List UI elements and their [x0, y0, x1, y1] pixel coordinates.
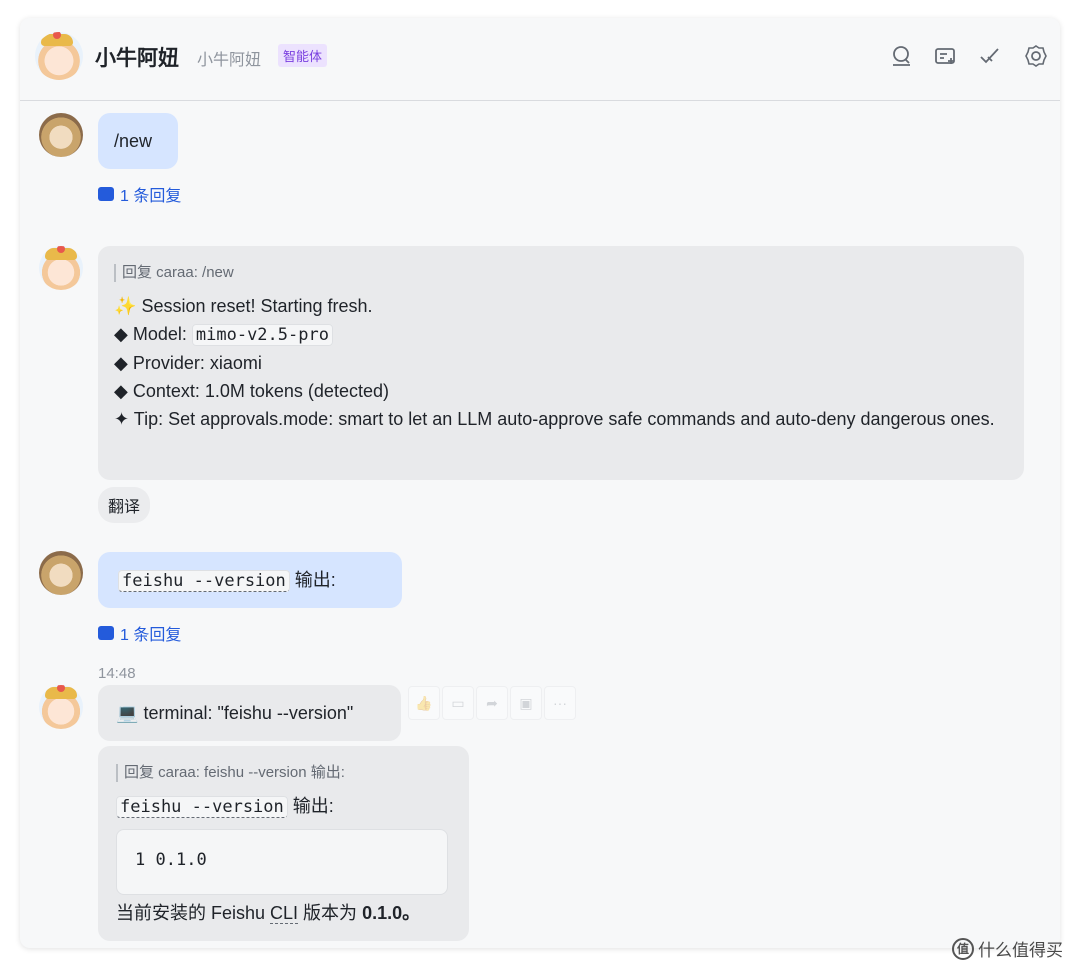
model-code: mimo-v2.5-pro — [191, 324, 333, 346]
bot-avatar[interactable] — [39, 685, 83, 729]
message-bubble: 回复 caraa: /new ✨ Session reset! Starting… — [98, 246, 1024, 480]
more-box-icon[interactable]: ▣ — [510, 686, 542, 720]
message-toolbar: 👍 ▭ ➦ ▣ ··· — [408, 686, 578, 722]
code-line-number: 1 — [135, 850, 146, 870]
comment-icon — [98, 187, 114, 201]
command-code: feishu --version — [116, 796, 288, 818]
tip-line: ✦ Tip: Set approvals.mode: smart to let … — [114, 409, 995, 429]
model-label: ◆ Model: — [114, 324, 187, 344]
result-mid: 版本为 — [298, 903, 363, 923]
checkmark-icon[interactable] — [978, 44, 1002, 68]
avatar-hat — [45, 685, 77, 699]
reply-quote: 回复 caraa: /new — [114, 264, 1008, 282]
message-line: ✨ Session reset! Starting fresh. — [114, 292, 1008, 320]
reply-count-label: 1 条回复 — [120, 627, 182, 644]
translate-button[interactable]: 翻译 — [98, 487, 151, 523]
thumbs-up-icon[interactable]: 👍 — [408, 686, 440, 720]
chat-subtitle: 小牛阿妞 — [197, 52, 262, 69]
message-bubble: /new — [98, 113, 178, 169]
message-text: Session reset! Starting fresh. — [141, 296, 373, 316]
ellipsis-icon[interactable]: ··· — [544, 686, 576, 720]
cli-term: CLI — [270, 903, 299, 924]
result-version: 0.1.0 — [362, 903, 403, 923]
chat-window: 小牛阿妞 小牛阿妞 智能体 /new 1 条回复 回复 caraa: /new … — [20, 18, 1060, 948]
message-line: 💻 terminal: "feishu --version" — [116, 703, 353, 723]
reply-count-label: 1 条回复 — [120, 188, 182, 205]
result-line: 当前安装的 Feishu CLI 版本为 0.1.0。 — [116, 899, 451, 927]
reply-count-link[interactable]: 1 条回复 — [98, 182, 181, 206]
reply-quote: 回复 caraa: feishu --version 输出: — [116, 764, 451, 782]
user-avatar[interactable] — [39, 551, 83, 595]
provider-line: ◆ Provider: xiaomi — [114, 353, 262, 373]
gear-icon[interactable] — [1024, 44, 1048, 68]
message-bubble: feishu --version 输出: — [98, 552, 402, 608]
watermark: 值 什么值得买 — [952, 936, 1063, 961]
message-bubble: 回复 caraa: feishu --version 输出: feishu --… — [98, 746, 469, 941]
avatar-hat — [45, 246, 77, 260]
message-text: 输出: — [294, 570, 336, 590]
bot-avatar[interactable] — [35, 32, 83, 80]
message-line: feishu --version 输出: — [116, 792, 451, 821]
message-timestamp: 14:48 — [98, 665, 136, 682]
message-line: ◆ Model: mimo-v2.5-pro — [114, 320, 1008, 349]
bot-avatar[interactable] — [39, 246, 83, 290]
sparkle-icon: ✨ — [114, 296, 137, 316]
forward-icon[interactable]: ➦ — [476, 686, 508, 720]
search-icon[interactable] — [890, 44, 914, 68]
code-value: 0.1.0 — [155, 850, 207, 870]
message-bubble: 💻 terminal: "feishu --version" — [98, 685, 401, 741]
message-line: feishu --version 输出: — [118, 570, 336, 592]
message-text: /new — [114, 131, 153, 151]
chat-header: 小牛阿妞 小牛阿妞 智能体 — [20, 18, 1060, 101]
comment-icon — [98, 626, 114, 640]
message-text: terminal: "feishu --version" — [143, 703, 354, 723]
avatar-hat — [41, 32, 73, 46]
watermark-logo: 值 — [952, 937, 974, 960]
user-avatar[interactable] — [39, 113, 83, 157]
add-tab-icon[interactable] — [934, 44, 958, 68]
agent-badge: 智能体 — [278, 44, 328, 67]
code-block: 1 0.1.0 — [116, 829, 448, 895]
watermark-text: 什么值得买 — [978, 941, 1063, 960]
command-code: feishu --version — [118, 570, 290, 592]
comment-icon[interactable]: ▭ — [442, 686, 474, 720]
result-end: 。 — [402, 903, 421, 923]
context-line: ◆ Context: 1.0M tokens (detected) — [114, 381, 389, 401]
reply-count-link[interactable]: 1 条回复 — [98, 621, 181, 645]
chat-title: 小牛阿妞 — [95, 47, 179, 70]
laptop-icon: 💻 — [116, 703, 139, 723]
result-prefix: 当前安装的 Feishu — [116, 903, 271, 923]
message-text: 输出: — [292, 796, 334, 816]
